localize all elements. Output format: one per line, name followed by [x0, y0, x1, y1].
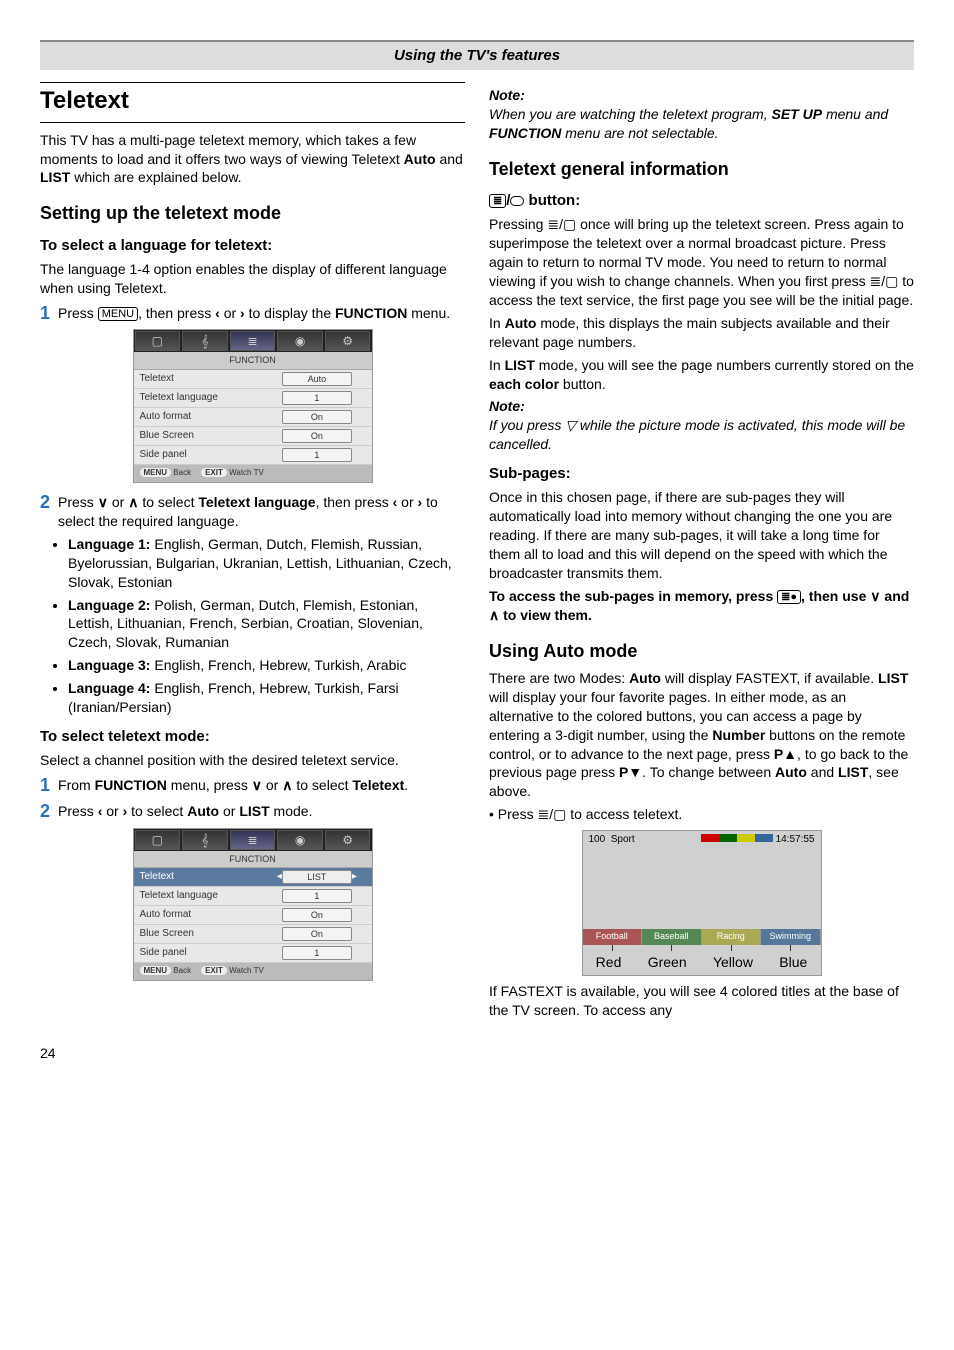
heading-select-language: To select a language for teletext:: [40, 236, 465, 256]
subpages-access: To access the sub-pages in memory, press…: [489, 587, 914, 625]
label-red: Red: [596, 953, 622, 972]
lang-description: The language 1-4 option enables the disp…: [40, 260, 465, 298]
list-item: Language 2: Polish, German, Dutch, Flemi…: [68, 596, 465, 653]
heading-button: ≣/ button:: [489, 191, 914, 211]
button-desc-3: In LIST mode, you will see the page numb…: [489, 356, 914, 394]
intro-text: This TV has a multi-page teletext memory…: [40, 131, 465, 188]
osd-tab-picture-icon: ▢: [135, 331, 181, 351]
mode-step-1: 1 From FUNCTION menu, press ∨ or ∧ to se…: [40, 776, 465, 796]
left-column: Teletext This TV has a multi-page telete…: [40, 82, 465, 1024]
osd-title: FUNCTION: [134, 851, 372, 868]
fastext-desc: If FASTEXT is available, you will see 4 …: [489, 982, 914, 1020]
heading-subpages: Sub-pages:: [489, 464, 914, 484]
osd-tab-preferences-icon: ⚙: [325, 331, 371, 351]
heading-general-info: Teletext general information: [489, 157, 914, 181]
note-block-2: Note: If you press ▽ while the picture m…: [489, 397, 914, 454]
heading-auto-mode: Using Auto mode: [489, 639, 914, 663]
language-list: Language 1: English, German, Dutch, Flem…: [68, 535, 465, 717]
list-item: Language 1: English, German, Dutch, Flem…: [68, 535, 465, 592]
osd-tab-setup-icon: ◉: [277, 830, 323, 850]
button-desc-1: Pressing ≣/▢ once will bring up the tele…: [489, 215, 914, 309]
osd-tab-setup-icon: ◉: [277, 331, 323, 351]
note-block: Note: When you are watching the teletext…: [489, 86, 914, 143]
step-number: 2: [40, 802, 50, 822]
ttx-red-button: Football: [583, 929, 643, 945]
yellow-bar-icon: [737, 834, 755, 842]
osd-tab-function-icon: ≣: [230, 331, 276, 351]
subpage-icon: ≣●: [777, 590, 801, 604]
label-green: Green: [648, 953, 687, 972]
page-title: Teletext: [40, 82, 465, 122]
step-1: 1 Press MENU, then press ‹ or › to displ…: [40, 304, 465, 324]
osd-tab-sound-icon: 𝄞: [182, 331, 228, 351]
osd-title: FUNCTION: [134, 352, 372, 369]
right-column: Note: When you are watching the teletext…: [489, 82, 914, 1024]
ttx-blue-button: Swimming: [761, 929, 821, 945]
heading-select-mode: To select teletext mode:: [40, 727, 465, 747]
step-number: 2: [40, 493, 50, 513]
osd-menu-function-list: ▢ 𝄞 ≣ ◉ ⚙ FUNCTION Teletext◂LIST▸ Telete…: [133, 828, 373, 982]
step-2: 2 Press ∨ or ∧ to select Teletext langua…: [40, 493, 465, 531]
teletext-screen-sample: 100 Sport 14:57:55 Football Baseball Rac…: [582, 830, 822, 976]
list-item: Language 4: English, French, Hebrew, Tur…: [68, 679, 465, 717]
mode-description: Select a channel position with the desir…: [40, 751, 465, 770]
step-number: 1: [40, 776, 50, 796]
osd-tab-picture-icon: ▢: [135, 830, 181, 850]
menu-button-icon: MENU: [98, 307, 138, 321]
ttx-green-button: Baseball: [642, 929, 702, 945]
red-bar-icon: [701, 834, 719, 842]
page-number: 24: [40, 1044, 914, 1063]
label-blue: Blue: [779, 953, 807, 972]
chapter-title: Using the TV's features: [40, 40, 914, 70]
green-bar-icon: [719, 834, 737, 842]
list-item: Language 3: English, French, Hebrew, Tur…: [68, 656, 465, 675]
ttx-yellow-button: Racing: [702, 929, 762, 945]
osd-tab-preferences-icon: ⚙: [325, 830, 371, 850]
heading-setting-mode: Setting up the teletext mode: [40, 201, 465, 225]
mode-step-2: 2 Press ‹ or › to select Auto or LIST mo…: [40, 802, 465, 822]
auto-mode-desc: There are two Modes: Auto will display F…: [489, 669, 914, 801]
label-yellow: Yellow: [713, 953, 753, 972]
step-number: 1: [40, 304, 50, 324]
box-icon: [510, 196, 524, 206]
button-desc-2: In Auto mode, this displays the main sub…: [489, 314, 914, 352]
osd-tab-function-icon: ≣: [230, 830, 276, 850]
blue-bar-icon: [755, 834, 773, 842]
auto-bullet: • Press ≣/▢ to access teletext.: [489, 805, 914, 824]
subpages-desc: Once in this chosen page, if there are s…: [489, 488, 914, 582]
osd-menu-function-auto: ▢ 𝄞 ≣ ◉ ⚙ FUNCTION TeletextAuto Teletext…: [133, 329, 373, 483]
teletext-icon: ≣: [489, 194, 506, 208]
osd-tab-sound-icon: 𝄞: [182, 830, 228, 850]
